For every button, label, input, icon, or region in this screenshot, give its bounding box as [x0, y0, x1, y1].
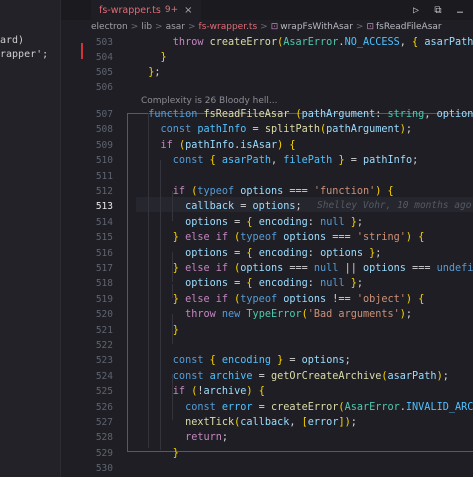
line-number: 507 [95, 109, 113, 120]
line-number: 529 [95, 447, 113, 459]
tab-label: fs-wrapper.ts [99, 4, 161, 16]
line-number: 506 [95, 82, 113, 93]
breadcrumb-separator: > [260, 22, 268, 32]
line-number: 519 [95, 293, 113, 305]
code-line: const { asarPath, filePath } = pathInfo; [136, 155, 419, 167]
symbol-function-icon: ⊡ [366, 22, 374, 32]
line-number: 522 [95, 340, 113, 351]
line-number: 510 [95, 155, 113, 167]
code-line: function fsReadFileAsar (pathArgument: s… [136, 109, 473, 120]
code-line: if (!archive) { [136, 386, 265, 398]
code-line: const pathInfo = splitPath(pathArgument)… [136, 124, 413, 136]
code-editor[interactable]: Complexity is 26 Bloody hell... Shelley … [61, 34, 473, 477]
breadcrumb-separator: > [130, 22, 139, 32]
line-number: 509 [95, 139, 113, 151]
breadcrumb-item[interactable]: asar [166, 22, 185, 32]
indent-guide [148, 113, 149, 448]
split-editor-icon[interactable]: ⧉ [431, 3, 445, 17]
line-number: 516 [95, 247, 113, 259]
line-number: 517 [95, 263, 113, 274]
code-line: if (pathInfo.isAsar) { [136, 139, 296, 151]
breadcrumb-item[interactable]: electron [91, 22, 128, 32]
more-actions-icon[interactable]: … [453, 3, 467, 17]
breadcrumb-separator: > [188, 22, 196, 32]
breadcrumb-item[interactable]: fsReadFileAsar [376, 22, 442, 32]
line-number: 523 [95, 355, 113, 367]
line-number: 505 [95, 67, 113, 78]
line-number: 526 [95, 401, 113, 413]
breadcrumb-item[interactable]: wrapFsWithAsar [280, 22, 353, 32]
line-number: 521 [95, 324, 113, 336]
explorer-sidebar: ard) rapper'; [0, 0, 61, 477]
line-number: 527 [95, 417, 113, 428]
code-line: return; [136, 432, 229, 444]
close-icon[interactable]: × [184, 5, 192, 16]
line-number: 528 [95, 432, 113, 444]
line-number: 518 [95, 278, 113, 290]
line-number: 515 [95, 232, 113, 244]
code-line: } else if (typeof options !== 'object') … [136, 293, 425, 305]
code-line: nextTick(callback, [error]); [136, 417, 357, 428]
line-number: 513 [95, 201, 113, 213]
breadcrumb-separator: > [355, 22, 364, 32]
code-line: const error = createError(AsarError.INVA… [136, 401, 473, 413]
code-line: } else if (options === null || options =… [136, 263, 473, 274]
indent-guide [160, 160, 161, 450]
indent-guide [172, 252, 173, 282]
line-number: 508 [95, 124, 113, 136]
breadcrumb: electron > lib > asar > fs-wrapper.ts > ⊡ wrapFsW… [61, 20, 473, 34]
code-line: if (typeof options === 'function') { [136, 186, 394, 197]
line-number: 503 [95, 37, 113, 48]
tab-fs-wrapper[interactable]: fs-wrapper.ts 9+ × [91, 0, 201, 20]
code-line: const { encoding } = options; [136, 355, 351, 367]
git-blame-annotation: Shelley Vohr, 10 months ago • fixt [317, 200, 472, 211]
indent-guide [172, 314, 173, 344]
line-number: 530 [95, 463, 113, 475]
line-number: 504 [95, 52, 113, 63]
breadcrumb-separator: > [155, 22, 163, 32]
breadcrumb-item[interactable]: fs-wrapper.ts [199, 22, 258, 32]
sidebar-text-fragment: ard) [0, 35, 25, 46]
line-number: 525 [95, 386, 113, 398]
code-line: }; [136, 67, 161, 78]
symbol-function-icon: ⊡ [270, 22, 279, 32]
code-line: } [136, 447, 179, 459]
line-number: 524 [95, 370, 113, 382]
sidebar-text-fragment: rapper'; [0, 49, 49, 60]
code-line: } else if (typeof options === 'string') … [136, 232, 425, 244]
indent-guide [172, 284, 173, 298]
run-icon[interactable]: ▷ [409, 3, 423, 17]
code-line: options = { encoding: null }; [136, 278, 364, 290]
problems-badge: 9+ [164, 5, 179, 15]
code-line: } [136, 52, 167, 63]
code-line: throw createError(AsarError.NO_ACCESS, {… [136, 37, 473, 48]
code-line: options = { encoding: null }; [136, 216, 364, 228]
line-number: 514 [95, 216, 113, 228]
complexity-codelens[interactable]: Complexity is 26 Bloody hell... [141, 96, 277, 106]
breadcrumb-item[interactable]: lib [141, 22, 152, 32]
line-number: 511 [95, 170, 113, 182]
code-line: const archive = getOrCreateArchive(asarP… [172, 370, 449, 382]
indent-guide [172, 191, 173, 221]
indent-guide [172, 374, 173, 420]
line-number: 520 [95, 309, 113, 321]
tab-bar: fs-wrapper.ts 9+ × ▷ ⧉ … [61, 0, 473, 20]
line-number: 512 [95, 186, 113, 197]
editor-actions: ▷ ⧉ … [409, 3, 467, 17]
code-line: throw new TypeError('Bad arguments'); [136, 309, 413, 321]
